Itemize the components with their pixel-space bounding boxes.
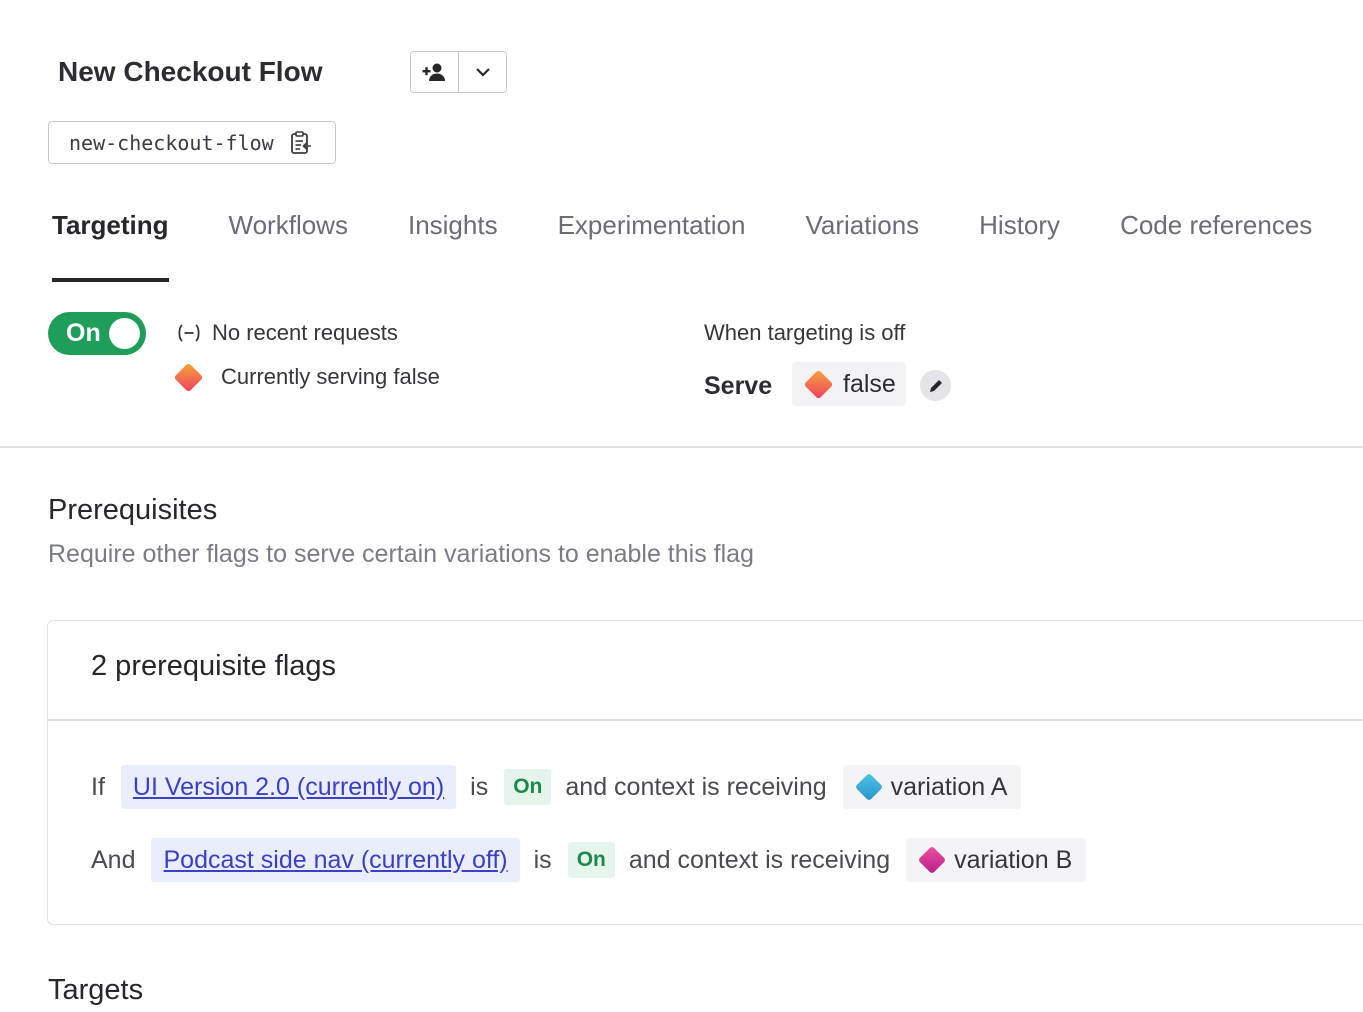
serving-status: Currently serving false [173, 362, 440, 392]
rule-prefix: And [91, 845, 136, 874]
assign-maintainer-button-group [410, 51, 507, 93]
prerequisite-rule: If UI Version 2.0 (currently on) is On a… [91, 764, 1022, 810]
prerequisite-flag-link[interactable]: Podcast side nav (currently off) [151, 838, 520, 882]
serve-label: Serve [704, 372, 773, 400]
toggle-knob [109, 318, 140, 349]
edit-off-variation-button[interactable] [920, 370, 951, 401]
off-variation-chip[interactable]: false [792, 362, 906, 406]
serving-status-text: Currently serving false [221, 364, 440, 389]
section-divider [0, 446, 1363, 448]
false-variation-icon [803, 369, 834, 399]
variation-a-icon [854, 772, 883, 802]
assign-maintainer-button[interactable] [411, 52, 458, 92]
assign-menu-button[interactable] [458, 52, 506, 92]
no-requests-icon [176, 323, 202, 343]
variation-label: variation A [890, 772, 1008, 801]
requests-status-text: No recent requests [212, 320, 398, 345]
tab-targeting[interactable]: Targeting [52, 198, 169, 282]
prerequisite-rule: And Podcast side nav (currently off) is … [91, 837, 1087, 883]
tab-code-references[interactable]: Code references [1120, 198, 1312, 268]
tab-variations[interactable]: Variations [805, 198, 919, 268]
pencil-icon [928, 378, 944, 394]
variation-chip: variation B [906, 838, 1087, 882]
on-badge: On [504, 769, 552, 805]
on-badge: On [567, 842, 615, 878]
tab-insights[interactable]: Insights [408, 198, 498, 268]
flag-title: New Checkout Flow [58, 56, 323, 87]
prerequisites-count: 2 prerequisite flags [91, 650, 337, 682]
rule-prefix: If [91, 772, 105, 801]
prerequisites-title: Prerequisites [48, 494, 218, 526]
rule-context: and context is receiving [628, 845, 891, 874]
off-variation-value: false [843, 369, 896, 398]
copy-key-icon[interactable] [290, 130, 312, 155]
variation-b-icon [917, 845, 947, 875]
flag-tabs: Targeting Workflows Insights Experimenta… [42, 198, 1312, 282]
rule-context: and context is receiving [565, 772, 827, 801]
targeting-toggle[interactable]: On [48, 312, 146, 355]
variation-chip: variation A [842, 765, 1022, 809]
tab-experimentation[interactable]: Experimentation [558, 198, 746, 268]
prerequisites-subtitle: Require other flags to serve certain var… [48, 540, 754, 568]
off-targeting-heading: When targeting is off [704, 320, 906, 345]
rule-is: is [533, 845, 552, 874]
add-person-icon [422, 62, 448, 82]
tab-workflows[interactable]: Workflows [229, 198, 348, 268]
flag-key: new-checkout-flow [69, 130, 274, 155]
rule-is: is [470, 772, 489, 801]
variation-label: variation B [954, 845, 1073, 874]
targets-title: Targets [48, 974, 144, 1006]
toggle-label: On [66, 319, 101, 347]
false-variation-icon [173, 362, 204, 392]
prerequisite-flag-link[interactable]: UI Version 2.0 (currently on) [120, 765, 457, 809]
card-divider [48, 719, 1363, 721]
requests-status: No recent requests [176, 320, 398, 346]
flag-key-chip[interactable]: new-checkout-flow [48, 121, 336, 164]
chevron-down-icon [475, 66, 491, 78]
tab-history[interactable]: History [979, 198, 1060, 268]
